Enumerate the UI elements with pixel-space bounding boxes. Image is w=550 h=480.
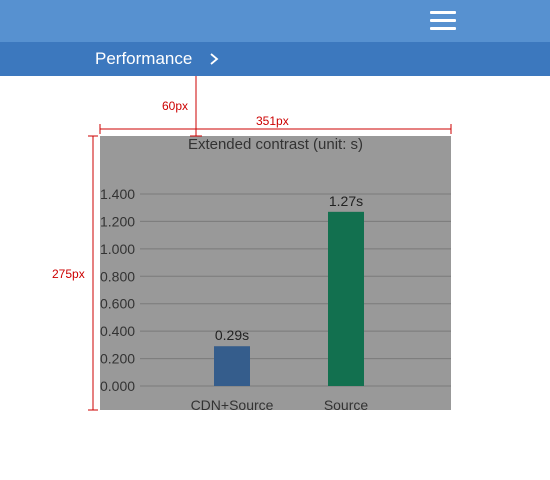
y-tick-label: 1.200 — [100, 213, 135, 229]
data-label: 0.29s — [215, 327, 249, 343]
x-tick-label: Source — [324, 397, 369, 413]
width-label: 351px — [256, 114, 289, 128]
chart-title: Extended contrast (unit: s) — [188, 136, 363, 153]
chart-background — [100, 136, 451, 410]
y-tick-label: 1.400 — [100, 186, 135, 202]
x-tick-label: CDN+Source — [191, 397, 274, 413]
bar — [328, 211, 364, 386]
height-label: 275px — [52, 267, 85, 281]
y-tick-label: 1.000 — [100, 241, 135, 257]
y-tick-label: 0.800 — [100, 268, 135, 284]
chart-and-annotations: Extended contrast (unit: s) 0.000 0.200 0.4… — [52, 76, 452, 413]
y-tick-label: 0.600 — [100, 296, 135, 312]
bar — [214, 346, 250, 386]
offset-label: 60px — [162, 99, 188, 113]
y-tick-label: 0.000 — [100, 378, 135, 394]
y-tick-label: 0.400 — [100, 323, 135, 339]
y-tick-label: 0.200 — [100, 351, 135, 367]
data-label: 1.27s — [329, 193, 363, 209]
